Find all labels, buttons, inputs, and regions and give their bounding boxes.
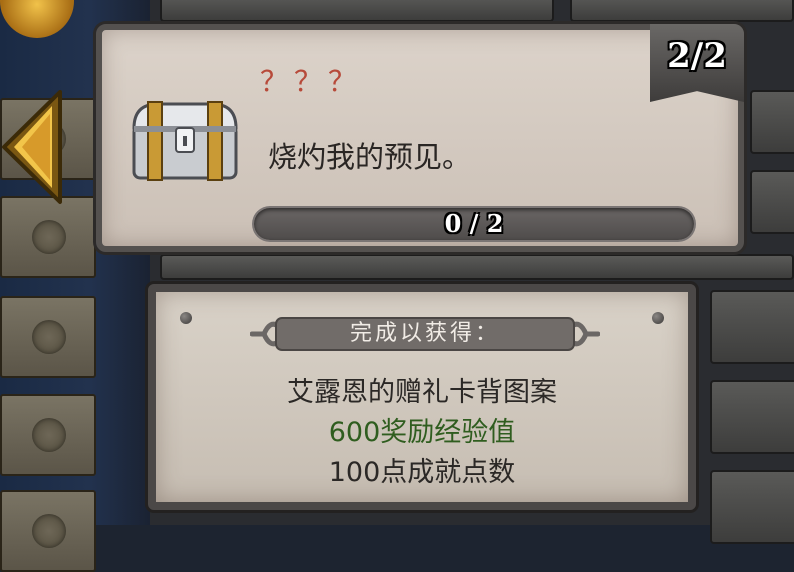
reward-plaque: 完成以获得： 艾露恩的赠礼卡背图案 600奖励经验值 100点成就点数 bbox=[148, 284, 696, 510]
quest-page-counter-text: 2/2 bbox=[667, 36, 727, 76]
previous-page-arrow-icon[interactable] bbox=[0, 88, 64, 206]
reward-header: 完成以获得： bbox=[349, 321, 500, 346]
rivet-icon bbox=[180, 312, 192, 324]
side-card-tile bbox=[0, 394, 96, 476]
treasure-chest-icon bbox=[132, 101, 238, 181]
quest-progress-text: 0 / 2 bbox=[444, 209, 504, 238]
quest-page-counter: 2/2 bbox=[650, 24, 744, 102]
side-card-tile bbox=[0, 296, 96, 378]
quest-description: 烧灼我的预见。 bbox=[268, 140, 472, 174]
quest-title: ？？？ bbox=[260, 65, 363, 98]
reward-achievement-points: 100点成就点数 bbox=[328, 457, 516, 488]
quest-card: 2/2 ？？？ 烧灼我的预见。 0 / 2 bbox=[96, 24, 744, 252]
reward-xp: 600奖励经验值 bbox=[328, 417, 516, 448]
side-card-tile bbox=[0, 490, 96, 572]
reward-header-banner: 完成以获得： bbox=[250, 312, 600, 356]
reward-card-back: 艾露恩的赠礼卡背图案 bbox=[287, 377, 557, 408]
rivet-icon bbox=[652, 312, 664, 324]
medal-icon bbox=[0, 0, 74, 38]
side-card-tile bbox=[0, 196, 96, 278]
quest-progress-bar: 0 / 2 bbox=[254, 208, 694, 240]
